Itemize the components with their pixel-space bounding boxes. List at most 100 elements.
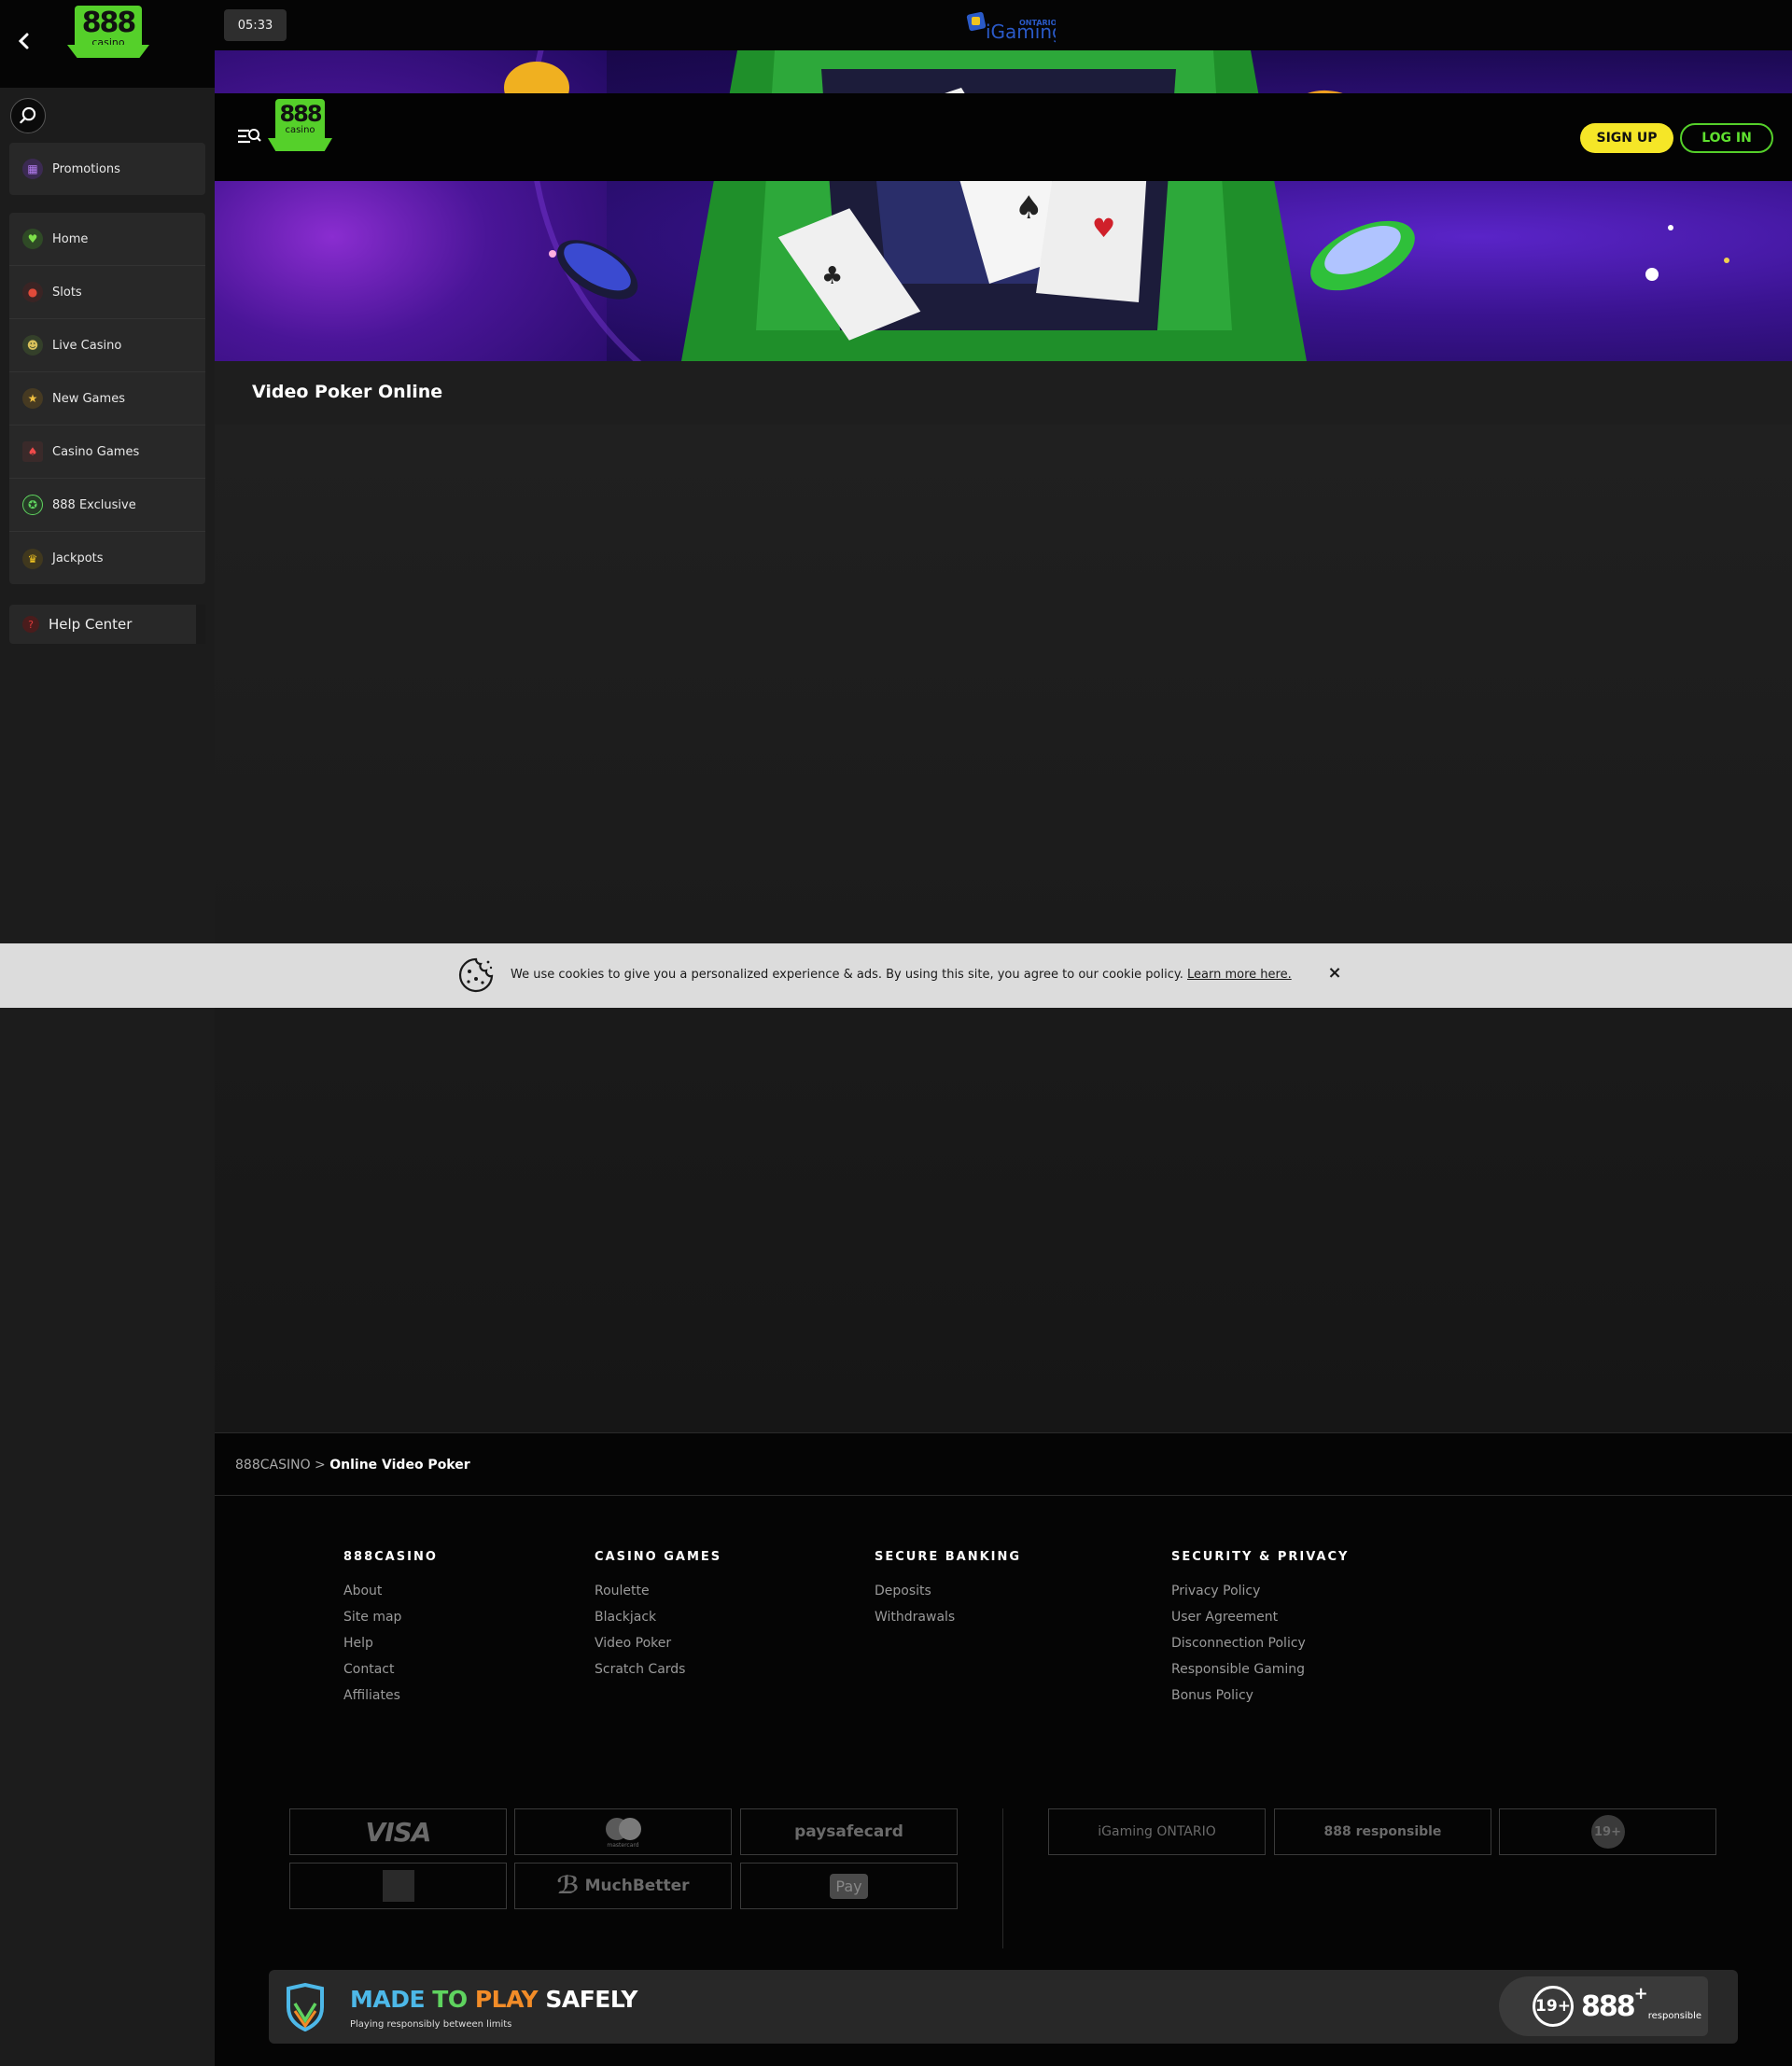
sidebar-logo[interactable]: 888 casino — [75, 6, 142, 49]
question-icon: ? — [22, 616, 39, 633]
shield-icon — [287, 1983, 324, 2031]
footer-heading: SECURITY & PRIVACY — [1171, 1550, 1350, 1564]
footer-column-secure-banking: SECURE BANKING Deposits Withdrawals — [875, 1550, 1021, 1635]
sidebar-item-888-exclusive[interactable]: ✪ 888 Exclusive — [9, 479, 205, 532]
sidebar: 888 casino ▦ Promotions ♥ Home ● Slots ☻… — [0, 0, 215, 2066]
sign-up-button[interactable]: SIGN UP — [1580, 123, 1673, 153]
footer-link-disconnection-policy[interactable]: Disconnection Policy — [1171, 1635, 1349, 1661]
search-button[interactable] — [10, 98, 46, 133]
mastercard-logo: mastercard — [514, 1808, 732, 1855]
visa-logo: VISA — [289, 1808, 507, 1855]
breadcrumb-root-link[interactable]: 888CASINO — [235, 1458, 311, 1473]
clock: 05:33 — [224, 9, 287, 41]
igaming-ontario-badge: iGaming ONTARIO — [1048, 1808, 1266, 1855]
star-icon: ★ — [22, 388, 43, 409]
cookie-icon — [458, 957, 494, 993]
footer-heading: 888CASINO — [343, 1550, 438, 1564]
footer-link-help[interactable]: Help — [343, 1635, 438, 1661]
sidebar-item-label: Promotions — [52, 161, 120, 176]
cookie-learn-more-link[interactable]: Learn more here. — [1187, 968, 1292, 982]
888-responsible-badge: 888 responsible — [1274, 1808, 1491, 1855]
footer-link-site-map[interactable]: Site map — [343, 1609, 438, 1635]
safe-play-title: MADE TO PLAY SAFELY — [350, 1986, 637, 2013]
mastercard-icon — [605, 1817, 641, 1840]
footer-link-withdrawals[interactable]: Withdrawals — [875, 1609, 1021, 1635]
sidebar-item-new-games[interactable]: ★ New Games — [9, 372, 205, 426]
trophy-icon: ♛ — [22, 548, 43, 569]
top-bar: 05:33 iGaming ONTARIO — [215, 0, 1792, 50]
responsible-text: responsible — [1647, 2011, 1702, 2021]
cards-icon: ♠ — [22, 441, 43, 462]
footer-link-about[interactable]: About — [343, 1583, 438, 1609]
svg-text:♥: ♥ — [1092, 213, 1115, 244]
breadcrumb: 888CASINO > Online Video Poker — [215, 1432, 1792, 1496]
sidebar-header: 888 casino — [0, 0, 215, 88]
footer-link-scratch-cards[interactable]: Scratch Cards — [595, 1661, 721, 1687]
back-arrow-icon[interactable] — [15, 32, 34, 50]
cookie-text: We use cookies to give you a personalize… — [511, 968, 1183, 982]
muchbetter-icon: ℬ — [556, 1872, 580, 1900]
footer-link-contact[interactable]: Contact — [343, 1661, 438, 1687]
svg-text:♠: ♠ — [1015, 189, 1043, 227]
search-icon — [20, 106, 36, 124]
age-19-icon: 19+ — [1533, 1986, 1574, 2027]
heart-icon: ♥ — [22, 229, 43, 249]
nav-bar: 888 casino SIGN UP LOG IN — [215, 93, 1792, 181]
888-brand-text: 888 — [1581, 1989, 1636, 2023]
sidebar-item-slots[interactable]: ● Slots — [9, 266, 205, 319]
payment-method-blank-logo — [289, 1863, 507, 1909]
footer-column-security-privacy: SECURITY & PRIVACY Privacy Policy User A… — [1171, 1550, 1349, 1713]
sidebar-promo-group: ▦ Promotions — [9, 143, 205, 195]
footer-link-bonus-policy[interactable]: Bonus Policy — [1171, 1687, 1349, 1713]
footer-heading: SECURE BANKING — [875, 1550, 1022, 1564]
log-in-button[interactable]: LOG IN — [1680, 123, 1773, 153]
footer-column-888casino: 888CASINO About Site map Help Contact Af… — [343, 1550, 438, 1713]
badge-icon: ✪ — [22, 495, 43, 515]
sidebar-item-label: Home — [52, 231, 89, 246]
cookie-banner: We use cookies to give you a personalize… — [0, 943, 1792, 1008]
footer-heading: CASINO GAMES — [595, 1550, 722, 1564]
logo-number: 888 — [81, 7, 137, 39]
sidebar-item-label: 888 Exclusive — [52, 497, 136, 512]
footer-column-casino-games: CASINO GAMES Roulette Blackjack Video Po… — [595, 1550, 721, 1687]
age-19-badge: 19+ — [1499, 1808, 1716, 1855]
sidebar-item-promotions[interactable]: ▦ Promotions — [9, 143, 205, 195]
paysafecard-logo: paysafecard — [740, 1808, 958, 1855]
menu-search-icon[interactable] — [237, 126, 261, 147]
apple-pay-logo: Pay — [740, 1863, 958, 1909]
dealer-icon: ☻ — [22, 335, 43, 356]
footer-link-user-agreement[interactable]: User Agreement — [1171, 1609, 1349, 1635]
svg-text:ONTARIO: ONTARIO — [1019, 19, 1056, 27]
footer-link-video-poker[interactable]: Video Poker — [595, 1635, 721, 1661]
made-to-play-safely-banner: MADE TO PLAY SAFELY Playing responsibly … — [269, 1970, 1738, 2044]
sidebar-item-label: New Games — [52, 391, 125, 406]
footer-link-deposits[interactable]: Deposits — [875, 1583, 1021, 1609]
sidebar-item-casino-games[interactable]: ♠ Casino Games — [9, 426, 205, 479]
footer-link-blackjack[interactable]: Blackjack — [595, 1609, 721, 1635]
muchbetter-logo: ℬ MuchBetter — [514, 1863, 732, 1909]
footer-link-affiliates[interactable]: Affiliates — [343, 1687, 438, 1713]
title-bar: Video Poker Online — [215, 361, 1792, 425]
breadcrumb-separator: > — [315, 1458, 326, 1473]
footer-link-responsible-gaming[interactable]: Responsible Gaming — [1171, 1661, 1349, 1687]
sidebar-item-home[interactable]: ♥ Home — [9, 213, 205, 266]
responsible-gaming-badge: 19+ 888 + responsible — [1499, 1976, 1708, 2036]
header-logo[interactable]: 888 casino — [275, 99, 325, 142]
sidebar-item-label: Slots — [52, 285, 82, 300]
card-icon — [382, 1870, 414, 1902]
footer-link-privacy-policy[interactable]: Privacy Policy — [1171, 1583, 1349, 1609]
footer-link-roulette[interactable]: Roulette — [595, 1583, 721, 1609]
svg-text:♣: ♣ — [821, 262, 843, 290]
help-center-link[interactable]: ? Help Center — [9, 605, 205, 644]
game-content-area — [215, 425, 1792, 1432]
cherry-icon: ● — [22, 282, 43, 302]
sidebar-item-live-casino[interactable]: ☻ Live Casino — [9, 319, 205, 372]
help-center-label: Help Center — [49, 616, 133, 633]
logo-number: 888 — [279, 101, 322, 127]
igaming-ontario-logo: iGaming ONTARIO — [966, 11, 1056, 43]
sidebar-item-label: Casino Games — [52, 444, 140, 459]
safe-play-subtitle: Playing responsibly between limits — [350, 2019, 512, 2030]
close-icon[interactable]: × — [1325, 964, 1344, 983]
sidebar-item-jackpots[interactable]: ♛ Jackpots — [9, 532, 205, 585]
footer-divider — [1002, 1808, 1003, 1948]
